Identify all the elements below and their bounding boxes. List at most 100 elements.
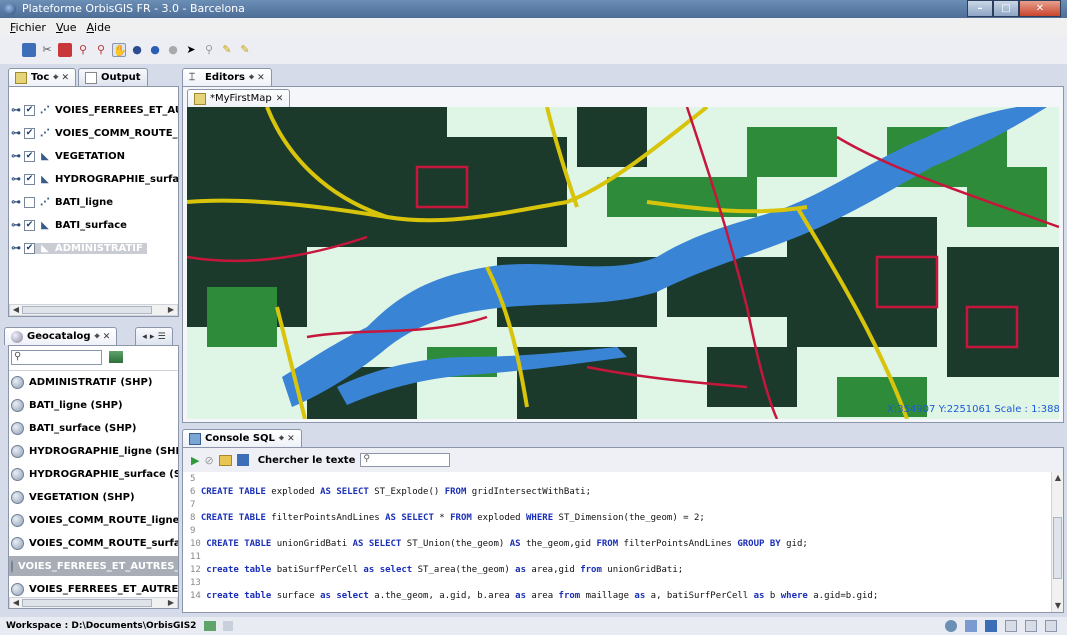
- close-button[interactable]: ✕: [1019, 0, 1061, 17]
- layer-checkbox[interactable]: ✔: [24, 173, 35, 185]
- scroll-thumb[interactable]: [22, 599, 152, 607]
- delete-icon[interactable]: [58, 43, 72, 57]
- toc-horizontal-scrollbar[interactable]: ◀ ▶: [9, 304, 178, 316]
- minimize-button[interactable]: –: [967, 0, 993, 17]
- window-title: Plateforme OrbisGIS FR - 3.0 - Barcelona: [22, 2, 245, 15]
- tab-output[interactable]: Output: [78, 68, 148, 86]
- menu-fichier[interactable]: Fichier: [10, 21, 46, 34]
- line-number: 10: [190, 539, 207, 549]
- info-icon[interactable]: ●: [148, 43, 162, 57]
- scroll-thumb[interactable]: [1053, 517, 1062, 579]
- clear-icon[interactable]: ⊘: [204, 454, 213, 467]
- console-code-line[interactable]: 12 create table batiSurfPerCell as selec…: [190, 565, 683, 578]
- scroll-right-icon[interactable]: ▶: [166, 598, 176, 608]
- tab-map[interactable]: *MyFirstMap ✕: [187, 89, 291, 107]
- scroll-thumb[interactable]: [22, 306, 152, 314]
- layer-checkbox[interactable]: ✔: [24, 150, 35, 162]
- geocatalog-item[interactable]: HYDROGRAPHIE_ligne (SHP): [11, 441, 178, 461]
- geocatalog-item[interactable]: VOIES_COMM_ROUTE_surface (SH: [11, 533, 178, 553]
- console-search-input[interactable]: ⚲: [360, 453, 451, 467]
- console-code-line[interactable]: 8 CREATE TABLE filterPointsAndLines AS S…: [190, 513, 705, 526]
- console-code-line[interactable]: 13: [190, 578, 206, 591]
- console-code-line[interactable]: 5: [190, 474, 201, 487]
- zoom-in-icon[interactable]: ⚲: [76, 43, 90, 57]
- tab-editors[interactable]: ⌶ Editors ⌖ ✕: [182, 68, 272, 86]
- layer-checkbox[interactable]: ✔: [24, 127, 35, 139]
- console-code-line[interactable]: 6 CREATE TABLE exploded AS SELECT ST_Exp…: [190, 487, 591, 500]
- tab-overflow-arrows[interactable]: ◂ ▸ ☰: [135, 327, 173, 345]
- toc-layer-row[interactable]: ⊶ ✔ ◣ VEGETATION: [11, 148, 125, 164]
- status-list-icon[interactable]: [1005, 620, 1017, 632]
- workspace-change-icon[interactable]: [203, 620, 216, 631]
- console-code-line[interactable]: 14 create table surface as select a.the_…: [190, 591, 878, 604]
- console-code-line[interactable]: 9: [190, 526, 201, 539]
- layer-checkbox[interactable]: ✔: [24, 219, 35, 231]
- toc-layer-row-selected[interactable]: ⊶ ✔ ◣ ADMINISTRATIF: [11, 240, 147, 256]
- console-tabstrip: Console SQL ⌖ ✕: [182, 427, 304, 447]
- scroll-up-icon[interactable]: ▲: [1053, 473, 1063, 483]
- status-console-icon[interactable]: [985, 620, 997, 632]
- line-number: 13: [190, 578, 207, 588]
- console-vertical-scrollbar[interactable]: ▲ ▼: [1051, 472, 1063, 612]
- select-arrow-icon[interactable]: ➤: [184, 43, 198, 57]
- geocatalog-search-input[interactable]: ⚲: [11, 350, 102, 365]
- geocatalog-item[interactable]: VOIES_FERREES_ET_AUTRES_surfa: [11, 579, 178, 599]
- stop-icon[interactable]: ●: [166, 43, 180, 57]
- full-extent-icon[interactable]: ●: [130, 43, 144, 57]
- expand-handle-icon[interactable]: ⊶: [11, 128, 21, 139]
- geocatalog-item[interactable]: VEGETATION (SHP): [11, 487, 135, 507]
- zoom-out-icon[interactable]: ⚲: [94, 43, 108, 57]
- pan-hand-icon[interactable]: ✋: [112, 43, 127, 57]
- geocatalog-item[interactable]: ADMINISTRATIF (SHP): [11, 372, 152, 392]
- expand-handle-icon[interactable]: ⊶: [11, 105, 21, 116]
- geocatalog-item[interactable]: HYDROGRAPHIE_surface (SHP): [11, 464, 178, 484]
- maximize-button[interactable]: □: [993, 0, 1019, 17]
- toc-layer-row[interactable]: ⊶ ✔ ◣ HYDROGRAPHIE_surface: [11, 171, 178, 187]
- geocatalog-horizontal-scrollbar[interactable]: ◀ ▶: [9, 597, 178, 608]
- geocatalog-item[interactable]: VOIES_COMM_ROUTE_ligne (SHP): [11, 510, 178, 530]
- map-canvas[interactable]: X:354907 Y:2251061 Scale : 1:38815: [187, 107, 1059, 419]
- status-map-icon[interactable]: [945, 620, 957, 632]
- console-code-line[interactable]: 7: [190, 500, 201, 513]
- geocatalog-item[interactable]: BATI_ligne (SHP): [11, 395, 123, 415]
- geocatalog-item[interactable]: BATI_surface (SHP): [11, 418, 136, 438]
- expand-handle-icon[interactable]: ⊶: [11, 220, 21, 231]
- workspace-config-icon[interactable]: [222, 620, 233, 631]
- layer-checkbox[interactable]: [24, 196, 35, 208]
- status-panel-icon[interactable]: [1025, 620, 1037, 632]
- toc-layer-row[interactable]: ⊶ ✔ ◣ BATI_surface: [11, 217, 127, 233]
- edit-vertex-icon[interactable]: ✎: [238, 43, 252, 57]
- console-code-line[interactable]: 11: [190, 552, 206, 565]
- geocatalog-item-selected[interactable]: VOIES_FERREES_ET_AUTRES_ligne: [9, 556, 178, 576]
- scroll-left-icon[interactable]: ◀: [11, 598, 21, 608]
- tab-console-sql[interactable]: Console SQL ⌖ ✕: [182, 429, 302, 447]
- expand-handle-icon[interactable]: ⊶: [11, 151, 21, 162]
- magnifier-icon[interactable]: ⚲: [202, 43, 216, 57]
- tab-geocatalog[interactable]: Geocatalog ⌖ ✕: [4, 327, 118, 345]
- status-window-icon[interactable]: [1045, 620, 1057, 632]
- layer-checkbox[interactable]: ✔: [24, 104, 35, 116]
- toc-layer-row[interactable]: ⊶ ⋰ BATI_ligne: [11, 194, 113, 210]
- save-script-icon[interactable]: [236, 454, 249, 466]
- expand-handle-icon[interactable]: ⊶: [11, 243, 21, 254]
- scroll-right-icon[interactable]: ▶: [166, 305, 176, 315]
- scroll-left-icon[interactable]: ◀: [11, 305, 21, 315]
- toc-layer-row[interactable]: ⊶ ✔ ⋰ VOIES_COMM_ROUTE_ligne: [11, 125, 178, 141]
- save-icon[interactable]: [22, 43, 36, 57]
- layer-checkbox[interactable]: ✔: [24, 242, 35, 254]
- tab-toc[interactable]: Toc ⌖ ✕: [8, 68, 77, 86]
- toc-layer-row[interactable]: ⊶ ✔ ⋰ VOIES_FERREES_ET_AUTRES: [11, 102, 178, 118]
- run-icon[interactable]: ▶: [191, 454, 199, 467]
- open-folder-icon[interactable]: [218, 454, 232, 466]
- edit-draw-icon[interactable]: ✎: [220, 43, 234, 57]
- menu-aide[interactable]: Aide: [86, 21, 110, 34]
- menu-vue[interactable]: Vue: [56, 21, 77, 34]
- scissors-icon[interactable]: ✂: [40, 43, 54, 57]
- expand-handle-icon[interactable]: ⊶: [11, 174, 21, 185]
- status-edit-icon[interactable]: [965, 620, 977, 632]
- workspace-path: Workspace : D:\Documents\OrbisGIS2: [6, 621, 197, 631]
- console-code-line[interactable]: 10 CREATE TABLE unionGridBati AS SELECT …: [190, 539, 808, 552]
- filter-icon[interactable]: [109, 351, 123, 363]
- scroll-down-icon[interactable]: ▼: [1053, 601, 1063, 611]
- expand-handle-icon[interactable]: ⊶: [11, 197, 21, 208]
